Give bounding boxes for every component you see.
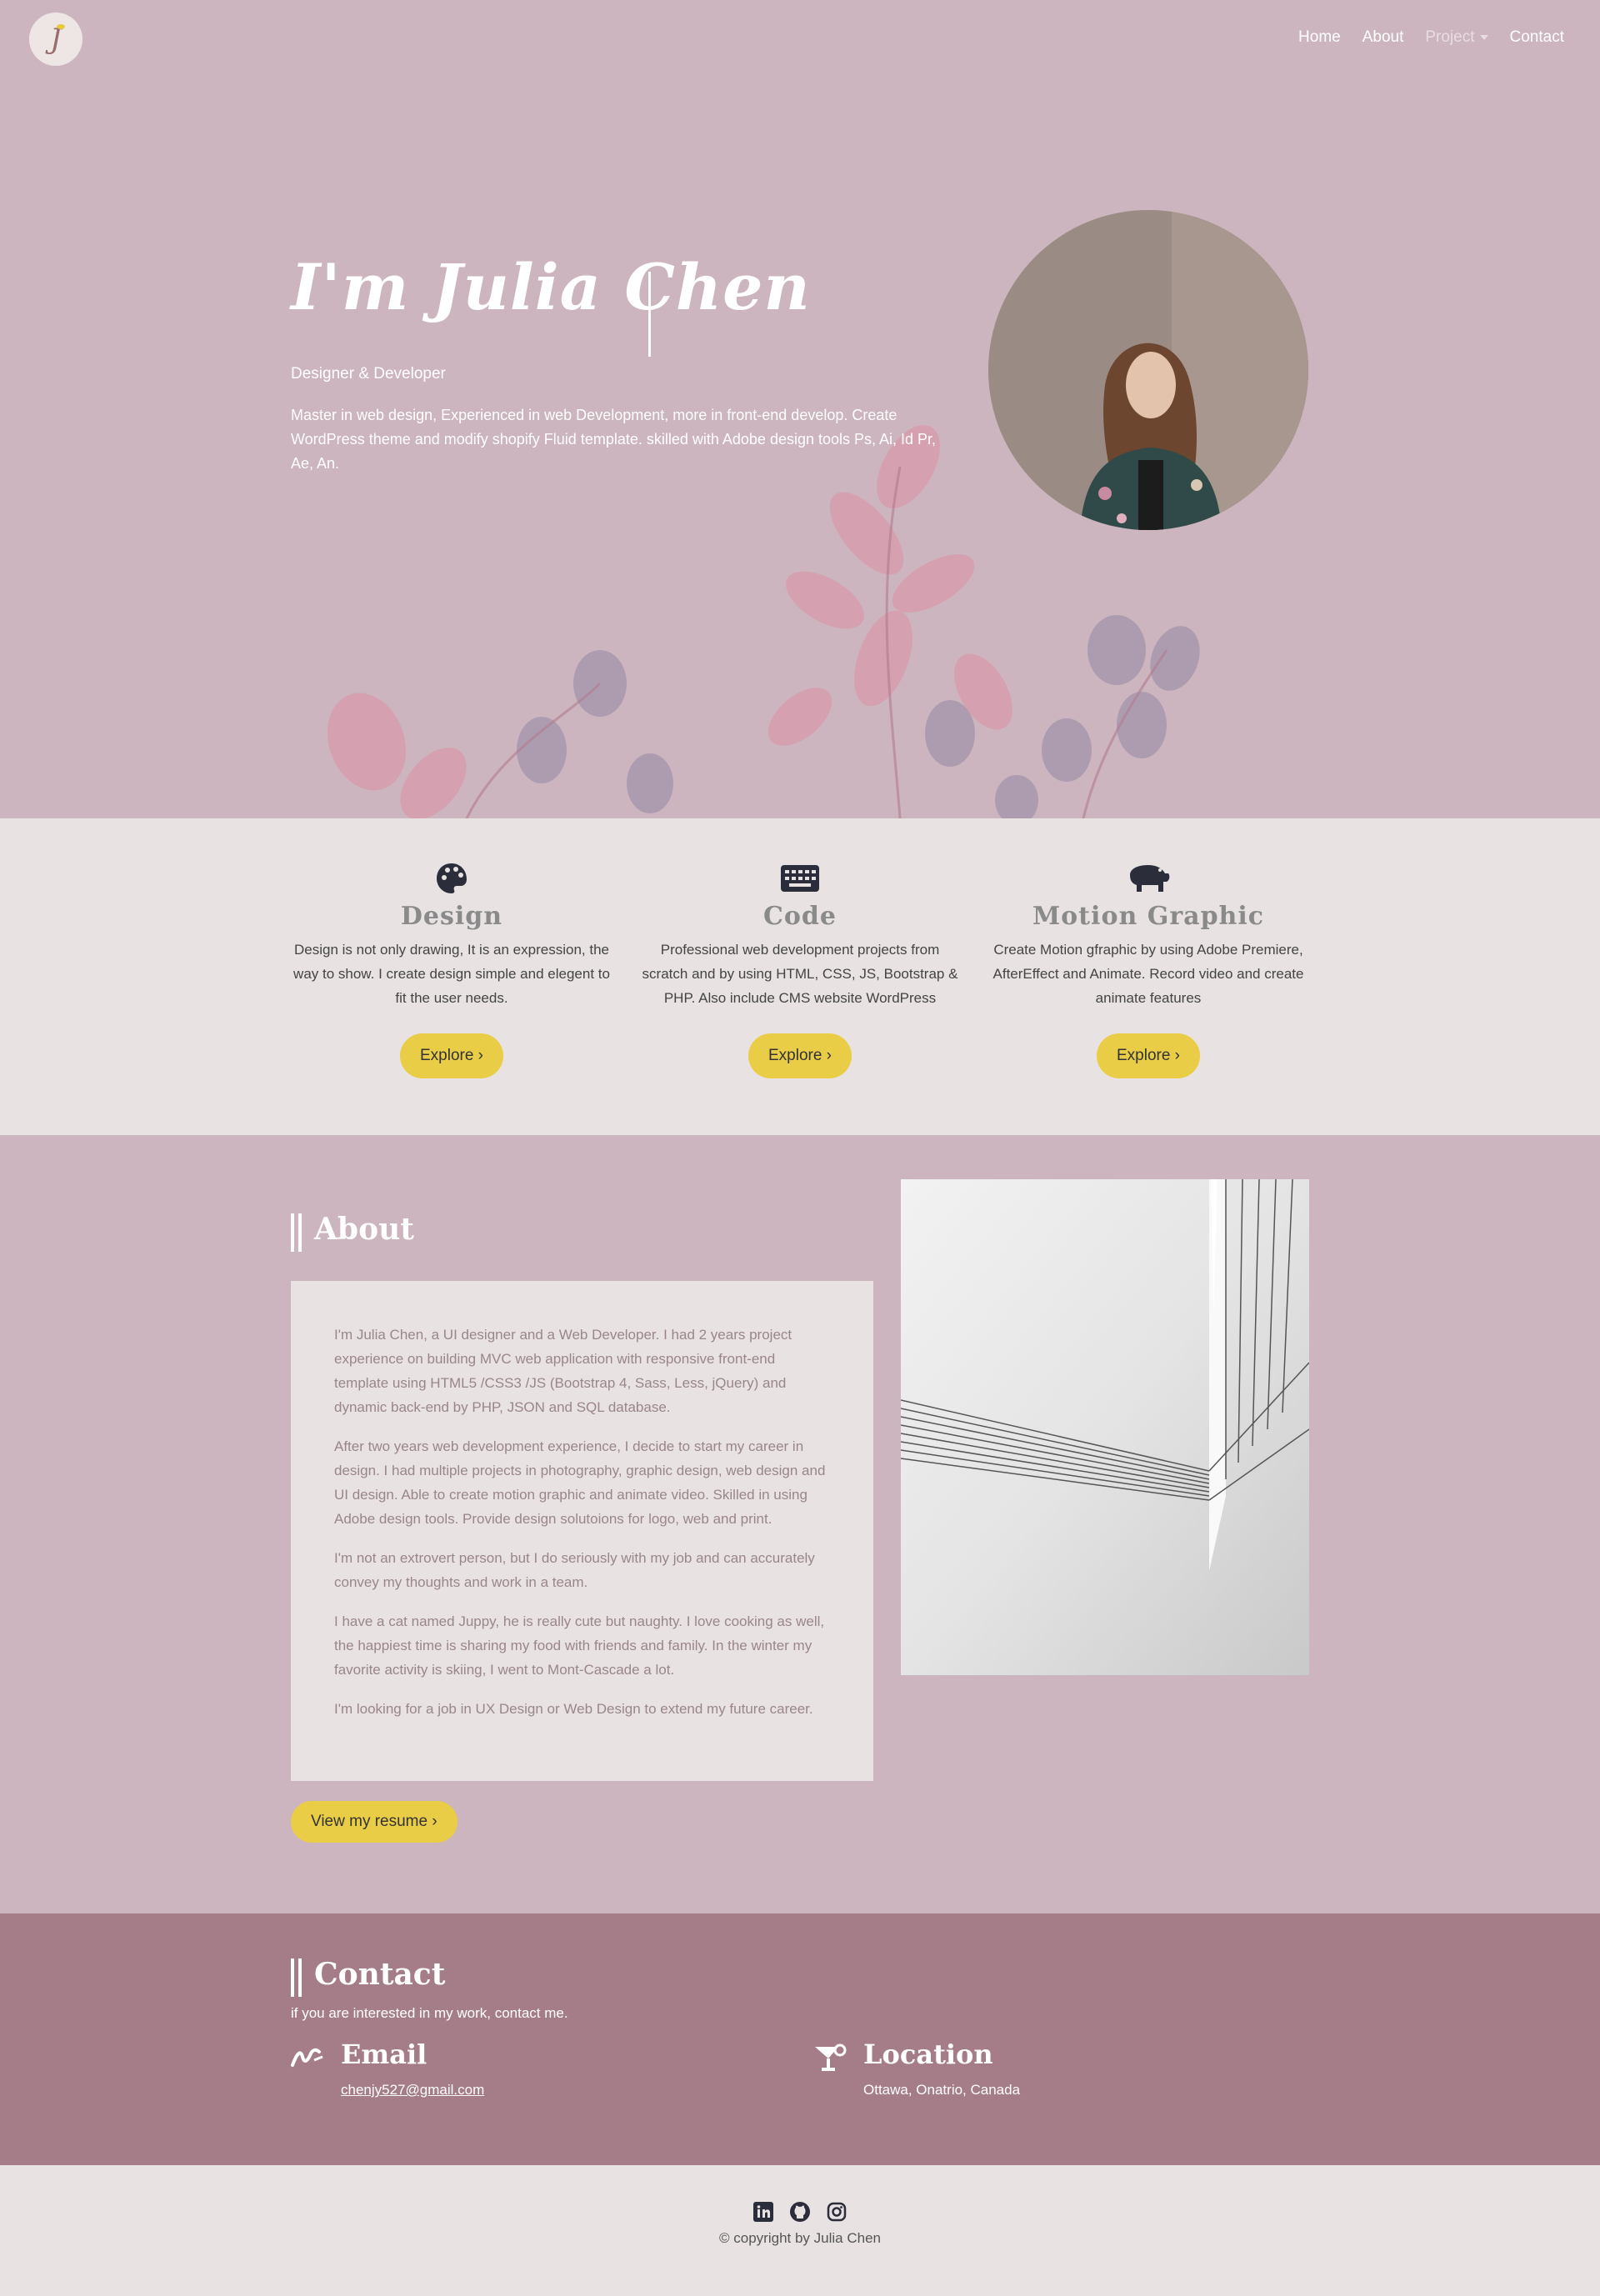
- service-code: Code Professional web development projec…: [642, 860, 958, 1078]
- about-title: About: [291, 1212, 414, 1252]
- github-icon[interactable]: [790, 2202, 810, 2226]
- hero-subtitle: Designer & Developer: [291, 365, 446, 383]
- button-label: View my resume: [311, 1813, 428, 1830]
- contact-subtitle: if you are interested in my work, contac…: [291, 2005, 568, 2021]
- social-links: [0, 2202, 1600, 2226]
- cocktail-icon: [813, 2043, 847, 2076]
- explore-code-button[interactable]: Explore ›: [748, 1033, 852, 1078]
- logo[interactable]: J: [29, 13, 82, 66]
- contact-email: Email chenjy527@gmail.com: [291, 2038, 484, 2098]
- nav-project-label: Project: [1425, 28, 1475, 46]
- location-value: Ottawa, Onatrio, Canada: [863, 2082, 1021, 2098]
- chevron-down-icon: [1479, 34, 1488, 40]
- instagram-icon[interactable]: [827, 2202, 847, 2226]
- email-link[interactable]: chenjy527@gmail.com: [341, 2082, 484, 2098]
- location-heading: Location: [863, 2038, 993, 2070]
- architecture-photo: [901, 1179, 1309, 1675]
- view-resume-button[interactable]: View my resume ›: [291, 1801, 458, 1843]
- explore-motion-button[interactable]: Explore ›: [1096, 1033, 1201, 1078]
- about-section: About I'm Julia Chen, a UI designer and …: [0, 1135, 1600, 1913]
- profile-photo: [988, 210, 1308, 530]
- footer: © copyright by Julia Chen: [0, 2165, 1600, 2296]
- about-card: I'm Julia Chen, a UI designer and a Web …: [291, 1281, 873, 1781]
- top-navbar: J Home About Project Contact: [0, 0, 1600, 80]
- hippo-icon: [990, 860, 1307, 897]
- button-label: Explore: [768, 1047, 822, 1064]
- about-paragraph: After two years web development experien…: [334, 1438, 826, 1527]
- palette-icon: [293, 860, 610, 897]
- about-paragraph: I have a cat named Juppy, he is really c…: [334, 1613, 825, 1678]
- service-title: Design: [400, 902, 503, 931]
- button-label: Explore: [1116, 1047, 1171, 1064]
- signature-icon: [291, 2043, 324, 2073]
- service-title: Motion Graphic: [1032, 902, 1265, 931]
- nav-contact-link[interactable]: Contact: [1510, 28, 1564, 47]
- service-design: Design Design is not only drawing, It is…: [293, 860, 610, 1078]
- service-text: Professional web development projects fr…: [642, 942, 958, 1006]
- service-title: Code: [763, 902, 837, 931]
- nav-links: Home About Project Contact: [1298, 28, 1564, 47]
- nav-project-dropdown[interactable]: Project: [1425, 28, 1488, 47]
- services-section: Design Design is not only drawing, It is…: [0, 818, 1600, 1135]
- service-motion-graphic: Motion Graphic Create Motion gfraphic by…: [990, 860, 1307, 1078]
- email-heading: Email: [341, 2038, 428, 2070]
- nav-about-link[interactable]: About: [1362, 28, 1404, 47]
- typing-cursor: [648, 272, 651, 357]
- hero-section: I'm Julia Chen Designer & Developer Mast…: [0, 0, 1600, 818]
- contact-section: Contact if you are interested in my work…: [0, 1913, 1600, 2165]
- hero-title: I'm Julia Chen: [291, 250, 811, 324]
- contact-location: Location Ottawa, Onatrio, Canada: [813, 2038, 1020, 2098]
- service-text: Design is not only drawing, It is an exp…: [293, 942, 610, 1006]
- about-paragraph: I'm looking for a job in UX Design or We…: [334, 1701, 813, 1717]
- linkedin-icon[interactable]: [753, 2202, 773, 2226]
- explore-design-button[interactable]: Explore ›: [399, 1033, 504, 1078]
- about-paragraph: I'm Julia Chen, a UI designer and a Web …: [334, 1327, 792, 1415]
- hero-description: Master in web design, Experienced in web…: [291, 407, 937, 472]
- keyboard-icon: [642, 860, 958, 897]
- logo-accent-dot: [57, 24, 65, 29]
- service-text: Create Motion gfraphic by using Adobe Pr…: [992, 942, 1304, 1006]
- button-label: Explore: [419, 1047, 474, 1064]
- copyright-text: © copyright by Julia Chen: [719, 2230, 881, 2246]
- contact-title: Contact: [291, 1957, 445, 1997]
- nav-home-link[interactable]: Home: [1298, 28, 1341, 47]
- about-paragraph: I'm not an extrovert person, but I do se…: [334, 1550, 815, 1590]
